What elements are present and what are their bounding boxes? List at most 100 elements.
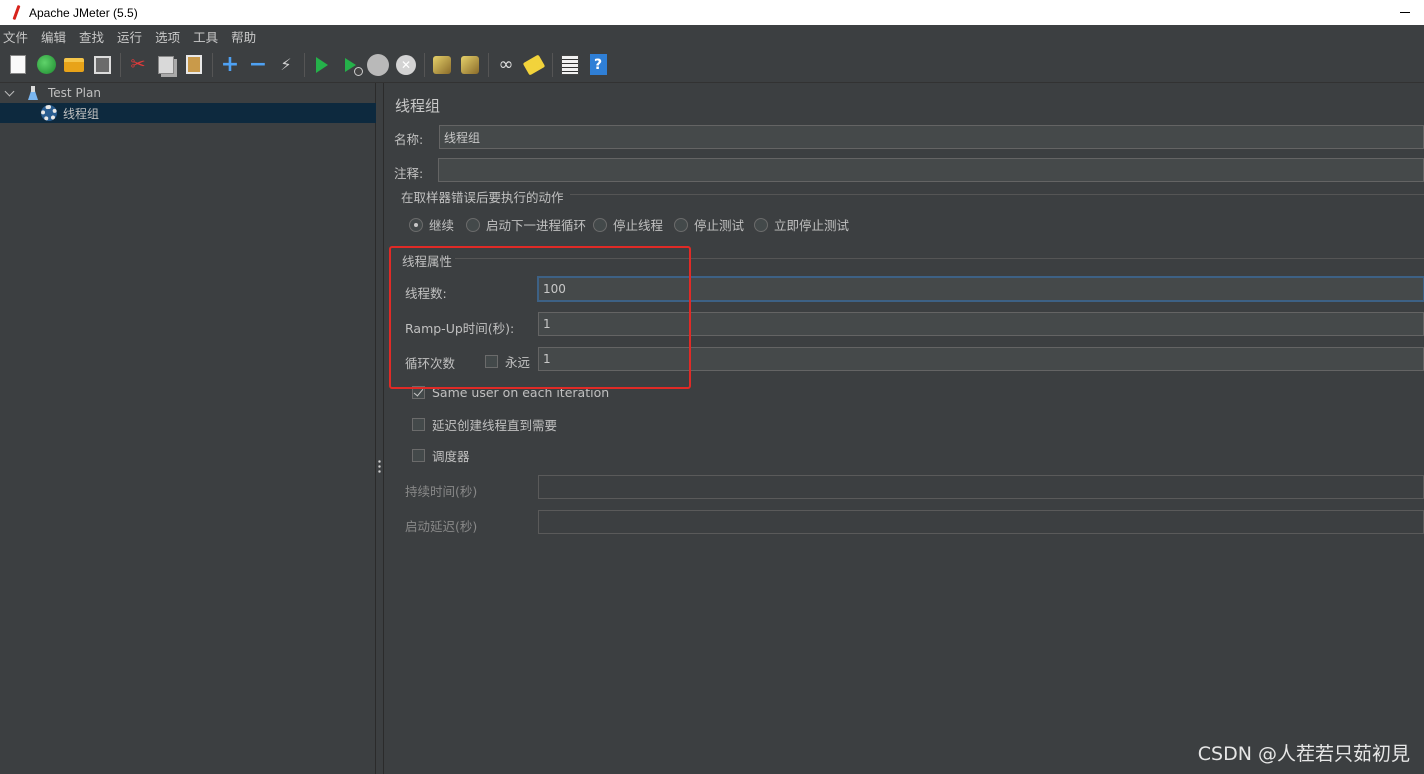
toolbar-separator [212, 52, 213, 77]
loop-count-field[interactable]: 1 [538, 347, 1424, 371]
toolbar: ✂ + − ⚡ ✕ ∞ ? [0, 47, 1424, 83]
comment-field[interactable] [438, 158, 1424, 182]
menu-search[interactable]: 查找 [79, 27, 104, 46]
expand-all-button[interactable]: + [218, 53, 242, 77]
duration-label: 持续时间(秒) [405, 484, 478, 499]
log-list-icon [561, 54, 579, 75]
new-file-icon [10, 55, 26, 74]
menu-file[interactable]: 文件 [3, 27, 28, 46]
cut-button[interactable]: ✂ [126, 53, 150, 77]
plus-icon: + [220, 51, 240, 77]
menu-help[interactable]: 帮助 [231, 27, 256, 46]
radio-label: 立即停止测试 [774, 218, 850, 233]
toolbar-separator [120, 52, 121, 77]
shutdown-icon: ✕ [396, 54, 416, 75]
menu-edit[interactable]: 编辑 [41, 27, 66, 46]
clear-button[interactable] [430, 53, 454, 77]
menu-bar: 文件 编辑 查找 运行 选项 工具 帮助 [0, 25, 1424, 47]
stop-button[interactable] [366, 53, 390, 77]
jmeter-feather-icon [9, 5, 23, 21]
duration-field[interactable] [538, 475, 1424, 499]
toggle-button[interactable]: ⚡ [274, 53, 298, 77]
startup-delay-label: 启动延迟(秒) [405, 519, 478, 534]
scheduler-checkbox[interactable]: 调度器 [412, 446, 470, 465]
new-button[interactable] [6, 53, 30, 77]
thread-properties-section-title: 线程属性 [402, 254, 453, 269]
shutdown-button[interactable]: ✕ [394, 53, 418, 77]
help-button[interactable]: ? [586, 53, 610, 77]
section-divider [570, 194, 1424, 195]
watermark: CSDN @人茬若只茹初見 [1197, 743, 1410, 765]
open-button[interactable] [62, 53, 86, 77]
chevron-down-icon[interactable] [4, 87, 16, 99]
checkbox-label: 永远 [505, 355, 531, 370]
toolbar-separator [424, 52, 425, 77]
radio-stop-test-now[interactable]: 立即停止测试 [754, 215, 849, 234]
checkbox-label: Same user on each iteration [432, 385, 610, 400]
radio-label: 继续 [429, 218, 455, 233]
startup-delay-field[interactable] [538, 510, 1424, 534]
radio-unselected-icon [466, 217, 480, 232]
threads-label: 线程数: [405, 286, 447, 301]
tree-node-test-plan[interactable]: Test Plan [0, 83, 376, 103]
radio-stop-thread[interactable]: 停止线程 [593, 215, 663, 234]
copy-icon [158, 55, 174, 74]
start-button[interactable] [310, 53, 334, 77]
radio-continue[interactable]: 继续 [409, 215, 454, 234]
minus-icon: − [248, 51, 268, 77]
forever-checkbox[interactable]: 永远 [485, 352, 530, 371]
radio-selected-icon [409, 217, 423, 232]
broom-all-icon [461, 55, 479, 74]
menu-options[interactable]: 选项 [155, 27, 180, 46]
title-bar: Apache JMeter (5.5) [0, 0, 1424, 25]
stop-icon [367, 53, 389, 76]
toolbar-separator [304, 52, 305, 77]
radio-label: 停止测试 [694, 218, 745, 233]
save-disk-icon [93, 55, 111, 74]
start-no-pauses-button[interactable] [338, 53, 363, 77]
function-helper-button[interactable] [558, 53, 582, 77]
drag-handle-icon[interactable] [378, 459, 381, 473]
search-button[interactable]: ∞ [494, 53, 518, 77]
window-title: Apache JMeter (5.5) [29, 5, 138, 20]
page-title: 线程组 [395, 97, 441, 115]
scissors-icon: ✂ [130, 54, 146, 75]
comment-label: 注释: [394, 166, 424, 181]
checkbox-checked-icon [412, 386, 425, 399]
split-pane-divider[interactable] [376, 83, 384, 774]
copy-button[interactable] [154, 53, 178, 77]
paste-button[interactable] [182, 53, 206, 77]
menu-run[interactable]: 运行 [117, 27, 142, 46]
minimize-button[interactable] [1400, 12, 1410, 13]
same-user-checkbox[interactable]: Same user on each iteration [412, 385, 609, 400]
reset-search-button[interactable] [522, 53, 546, 77]
threads-field[interactable]: 100 [538, 277, 1424, 301]
radio-start-next-loop[interactable]: 启动下一进程循环 [466, 215, 586, 234]
help-icon: ? [589, 54, 607, 75]
flask-icon [26, 86, 38, 100]
radio-unselected-icon [593, 217, 607, 232]
checkbox-unchecked-icon [412, 418, 425, 431]
binoculars-icon: ∞ [498, 54, 514, 75]
tree-node-label: 线程组 [63, 106, 100, 121]
name-field[interactable]: 线程组 [439, 125, 1424, 149]
checkbox-unchecked-icon [485, 355, 498, 368]
thread-group-panel: 线程组 名称: 线程组 注释: 在取样器错误后要执行的动作 继续 启动下一进程循… [385, 83, 1424, 774]
templates-button[interactable] [34, 53, 58, 77]
gear-icon [41, 105, 57, 121]
collapse-all-button[interactable]: − [246, 53, 270, 77]
clear-all-button[interactable] [458, 53, 482, 77]
menu-tools[interactable]: 工具 [193, 27, 218, 46]
tree-node-label: Test Plan [48, 86, 101, 100]
checkbox-label: 调度器 [432, 449, 470, 464]
radio-stop-test[interactable]: 停止测试 [674, 215, 744, 234]
folder-open-icon [64, 57, 84, 72]
tree-node-thread-group[interactable]: 线程组 [0, 103, 376, 123]
checkbox-label: 延迟创建线程直到需要 [432, 418, 558, 433]
play-icon [316, 56, 328, 73]
checkbox-unchecked-icon [412, 449, 425, 462]
rampup-field[interactable]: 1 [538, 312, 1424, 336]
paste-clipboard-icon [186, 55, 202, 74]
save-button[interactable] [90, 53, 114, 77]
delay-thread-creation-checkbox[interactable]: 延迟创建线程直到需要 [412, 415, 557, 434]
